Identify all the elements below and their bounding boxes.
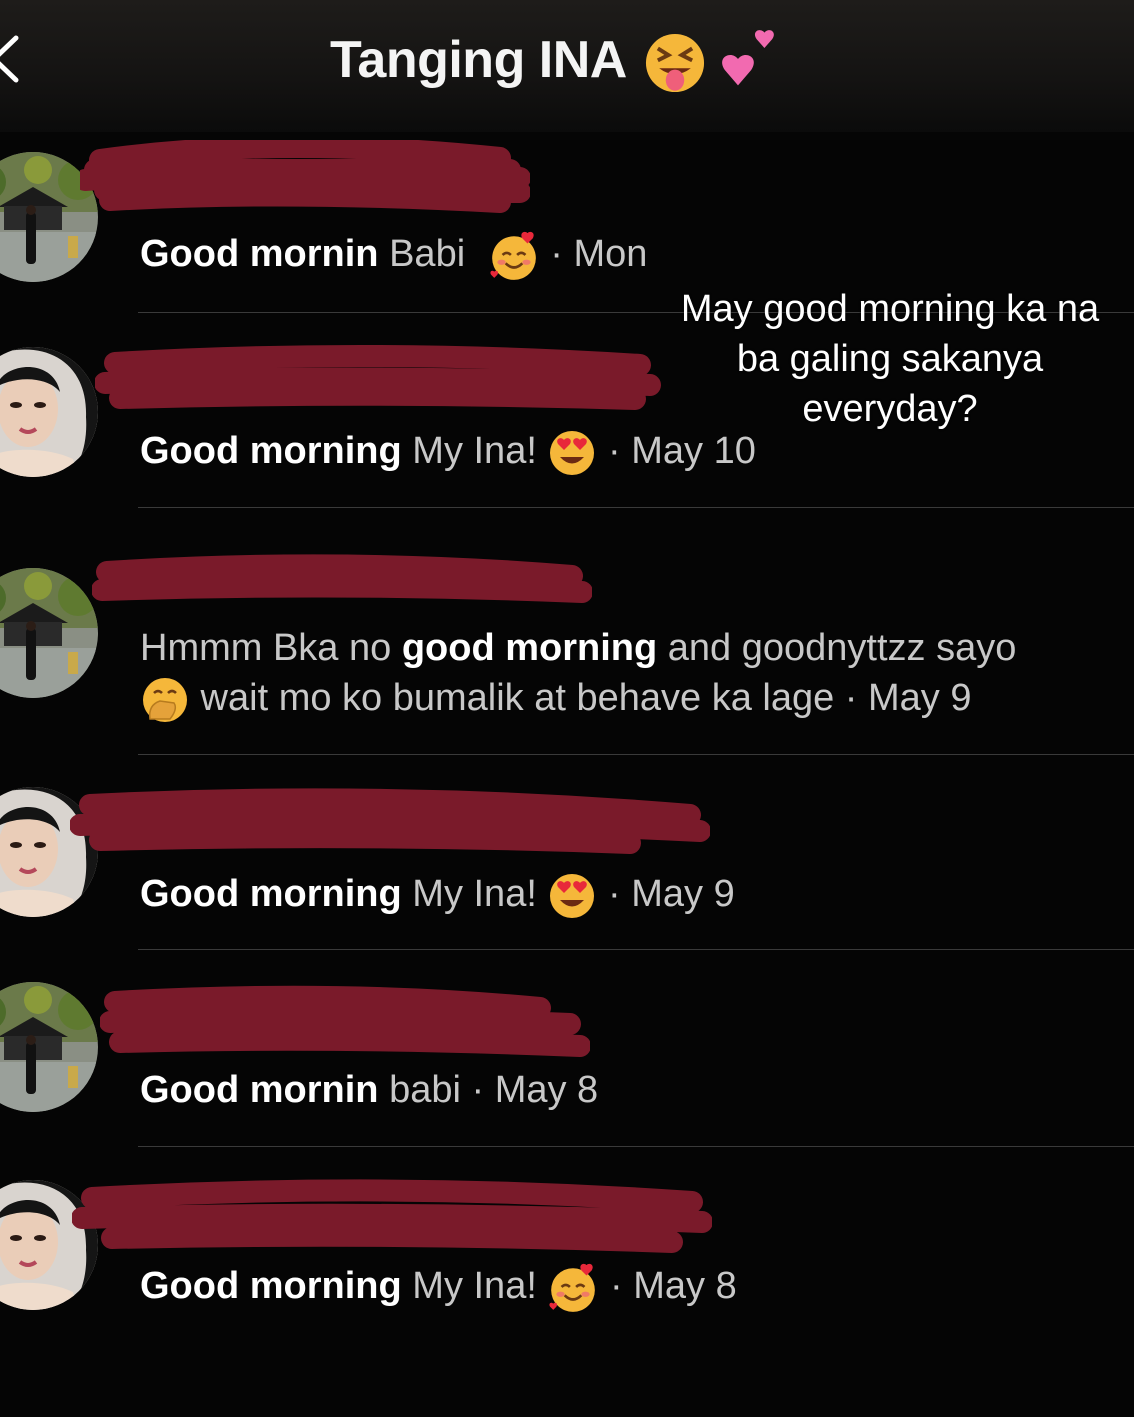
two-hearts-emoji-icon xyxy=(716,26,782,92)
smiling-face-with-hearts-icon xyxy=(488,230,540,282)
overlay-line: everyday? xyxy=(802,388,978,430)
avatar xyxy=(0,1180,98,1310)
message-preview: Good mornin Babi · Mon xyxy=(140,230,647,282)
overlay-caption: May good morning ka na ba galing sakanya… xyxy=(640,284,1134,434)
message-preview: Good mornin babi · May 8 xyxy=(140,1069,599,1111)
chat-header: Tanging INA xyxy=(0,0,1134,132)
message-preview-line-2: wait mo ko bumalik at behave ka lage · M… xyxy=(140,674,972,725)
divider xyxy=(138,507,1134,508)
redaction-scribble xyxy=(80,140,530,213)
overlay-line: ba galing sakanya xyxy=(736,338,1044,380)
timestamp: · Mon xyxy=(539,233,648,276)
timestamp: · May 8 xyxy=(599,1265,737,1308)
timestamp: · May 10 xyxy=(597,430,756,472)
squinting-tongue-emoji-icon xyxy=(642,30,708,96)
message-preview: Good morning My Ina! · May 9 xyxy=(140,870,735,921)
heart-eyes-emoji-icon xyxy=(547,428,597,478)
list-item[interactable]: Good mornin babi · May 8 xyxy=(0,970,1134,1147)
message-preview: Good morning My Ina! · May 8 xyxy=(140,1262,737,1314)
smiling-face-with-hearts-icon xyxy=(547,1262,599,1314)
avatar xyxy=(0,787,98,917)
redaction-scribble xyxy=(100,985,590,1057)
redaction-scribble xyxy=(70,788,710,854)
list-item[interactable]: Good morning My Ina! · May 8 xyxy=(0,1168,1134,1343)
avatar xyxy=(0,568,98,698)
message-preview: Good morning My Ina! · May 10 xyxy=(140,427,756,478)
timestamp: · May 9 xyxy=(834,677,972,719)
divider xyxy=(138,949,1134,950)
avatar xyxy=(0,152,98,282)
list-item[interactable]: Hmmm Bka no good morning and goodnyttzz … xyxy=(0,540,1134,760)
timestamp: · May 9 xyxy=(597,873,735,915)
avatar xyxy=(0,982,98,1112)
message-preview: Hmmm Bka no good morning and goodnyttzz … xyxy=(140,627,1017,669)
redaction-scribble xyxy=(72,1179,712,1253)
redaction-scribble xyxy=(92,554,592,603)
divider xyxy=(138,1146,1134,1147)
overlay-line: May good morning ka na xyxy=(680,288,1100,330)
divider xyxy=(138,754,1134,755)
avatar xyxy=(0,347,98,477)
timestamp: · May 8 xyxy=(460,1069,599,1111)
redaction-scribble xyxy=(95,344,661,410)
list-item[interactable]: Good morning My Ina! · May 9 xyxy=(0,775,1134,950)
hand-over-mouth-emoji-icon xyxy=(140,675,190,725)
back-chevron-icon[interactable] xyxy=(0,34,20,84)
page-title: Tanging INA xyxy=(330,31,627,89)
heart-eyes-emoji-icon xyxy=(547,871,597,921)
